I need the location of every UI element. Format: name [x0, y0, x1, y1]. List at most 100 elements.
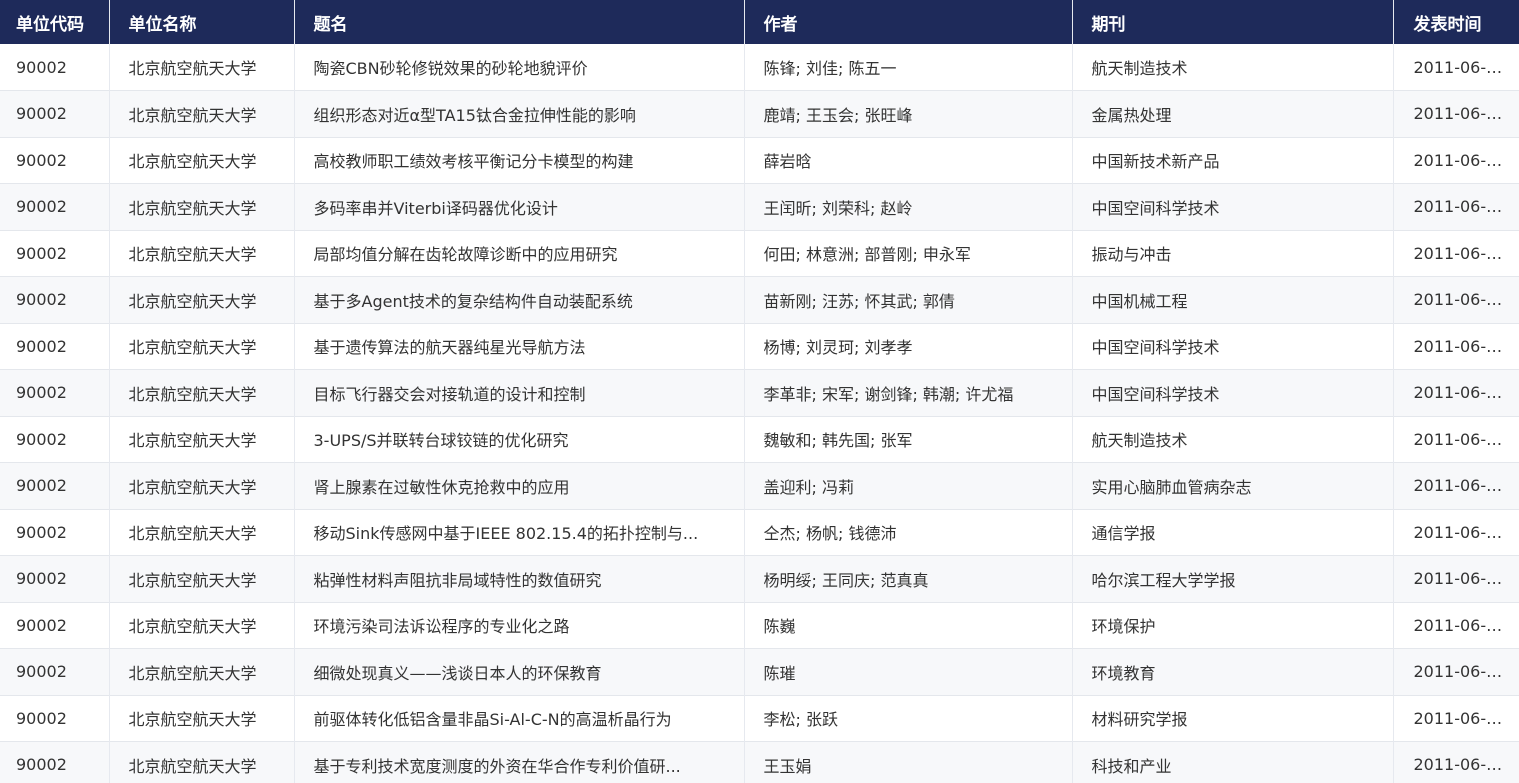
table-row[interactable]: 90002 北京航空航天大学 粘弹性材料声阻抗非局域特性的数值研究 杨明绥; 王同庆;…: [0, 555, 1519, 602]
cell-journal: 中国空间科学技术: [1072, 369, 1394, 416]
table-row[interactable]: 90002 北京航空航天大学 肾上腺素在过敏性休克抢救中的应用 盖迎利; 冯莉 实用心脑…: [0, 462, 1519, 509]
cell-author: 杨博; 刘灵珂; 刘孝孝: [744, 323, 1073, 370]
cell-title: 基于多Agent技术的复杂结构件自动装配系统: [294, 276, 745, 323]
table-row[interactable]: 90002 北京航空航天大学 多码率串并Viterbi译码器优化设计 王闰昕; 刘荣科…: [0, 183, 1519, 230]
table-row[interactable]: 90002 北京航空航天大学 前驱体转化低铝含量非晶Si-Al-C-N的高温析晶行为…: [0, 695, 1519, 742]
table-row[interactable]: 90002 北京航空航天大学 高校教师职工绩效考核平衡记分卡模型的构建 薛岩晗 中国新技…: [0, 137, 1519, 184]
cell-unit-code: 90002: [0, 183, 110, 230]
cell-unit-code: 90002: [0, 369, 110, 416]
cell-author: 杨明绥; 王同庆; 范真真: [744, 555, 1073, 602]
cell-publish-date: 2011-06-25: [1413, 150, 1507, 170]
cell-author: 李革非; 宋军; 谢剑锋; 韩潮; 许尤福: [744, 369, 1073, 416]
cell-unit-code: 90002: [0, 602, 110, 649]
table-row[interactable]: 90002 北京航空航天大学 目标飞行器交会对接轨道的设计和控制 李革非; 宋军; 谢…: [0, 369, 1519, 416]
cell-author: 盖迎利; 冯莉: [744, 462, 1073, 509]
cell-unit-name: 北京航空航天大学: [109, 555, 295, 602]
cell-author: 陈璀: [744, 648, 1073, 695]
cell-publish-date: 2011-06-25: [1413, 755, 1507, 775]
cell-journal: 环境教育: [1072, 648, 1394, 695]
cell-journal: 振动与冲击: [1072, 230, 1394, 277]
cell-title: 环境污染司法诉讼程序的专业化之路: [294, 602, 745, 649]
table-row[interactable]: 90002 北京航空航天大学 环境污染司法诉讼程序的专业化之路 陈巍 环境保护 2011-…: [0, 602, 1519, 649]
cell-journal: 中国空间科学技术: [1072, 323, 1394, 370]
column-header-author[interactable]: 作者: [744, 0, 1073, 44]
cell-unit-code: 90002: [0, 509, 110, 556]
table-row[interactable]: 90002 北京航空航天大学 基于专利技术宽度测度的外资在华合作专利价值研... 王玉…: [0, 741, 1519, 783]
cell-unit-code: 90002: [0, 555, 110, 602]
cell-unit-name: 北京航空航天大学: [109, 648, 295, 695]
cell-title: 粘弹性材料声阻抗非局域特性的数值研究: [294, 555, 745, 602]
cell-unit-code: 90002: [0, 230, 110, 277]
cell-unit-name: 北京航空航天大学: [109, 44, 295, 91]
table-row[interactable]: 90002 北京航空航天大学 基于遗传算法的航天器纯星光导航方法 杨博; 刘灵珂; 刘…: [0, 323, 1519, 370]
cell-publish-date: 2011-06-25: [1413, 429, 1507, 449]
cell-publish-date: 2011-06-25: [1413, 662, 1507, 682]
cell-unit-code: 90002: [0, 741, 110, 783]
cell-unit-name: 北京航空航天大学: [109, 137, 295, 184]
cell-publish-date: 2011-06-25: [1413, 104, 1507, 124]
cell-unit-code: 90002: [0, 137, 110, 184]
cell-publish-date: 2011-06-25: [1413, 708, 1507, 728]
cell-unit-name: 北京航空航天大学: [109, 323, 295, 370]
papers-table: 单位代码 单位名称 题名 作者 期刊 发表时间 90002 北京航空航天大学 陶瓷C…: [0, 0, 1519, 783]
cell-author: 鹿靖; 王玉会; 张旺峰: [744, 90, 1073, 137]
cell-title: 高校教师职工绩效考核平衡记分卡模型的构建: [294, 137, 745, 184]
cell-publish-date: 2011-06-25: [1413, 197, 1507, 217]
cell-unit-name: 北京航空航天大学: [109, 369, 295, 416]
cell-unit-code: 90002: [0, 416, 110, 463]
cell-unit-name: 北京航空航天大学: [109, 183, 295, 230]
column-header-title[interactable]: 题名: [294, 0, 745, 44]
table-header-row: 单位代码 单位名称 题名 作者 期刊 发表时间: [0, 0, 1519, 44]
cell-title: 细微处现真义——浅谈日本人的环保教育: [294, 648, 745, 695]
column-header-journal[interactable]: 期刊: [1072, 0, 1394, 44]
cell-journal: 实用心脑肺血管病杂志: [1072, 462, 1394, 509]
cell-publish-date: 2011-06-25: [1413, 243, 1507, 263]
cell-author: 仝杰; 杨帆; 钱德沛: [744, 509, 1073, 556]
cell-journal: 中国新技术新产品: [1072, 137, 1394, 184]
table-row[interactable]: 90002 北京航空航天大学 陶瓷CBN砂轮修锐效果的砂轮地貌评价 陈锋; 刘佳; 陈…: [0, 44, 1519, 91]
table-row[interactable]: 90002 北京航空航天大学 基于多Agent技术的复杂结构件自动装配系统 苗新刚; …: [0, 276, 1519, 323]
cell-publish-date: 2011-06-25: [1413, 336, 1507, 356]
cell-unit-code: 90002: [0, 323, 110, 370]
table-body: 90002 北京航空航天大学 陶瓷CBN砂轮修锐效果的砂轮地貌评价 陈锋; 刘佳; 陈…: [0, 44, 1519, 783]
column-header-unit-name[interactable]: 单位名称: [109, 0, 295, 44]
cell-unit-code: 90002: [0, 44, 110, 91]
cell-unit-name: 北京航空航天大学: [109, 90, 295, 137]
cell-journal: 通信学报: [1072, 509, 1394, 556]
cell-unit-code: 90002: [0, 648, 110, 695]
cell-title: 多码率串并Viterbi译码器优化设计: [294, 183, 745, 230]
cell-unit-code: 90002: [0, 276, 110, 323]
cell-publish-date: 2011-06-25: [1413, 383, 1507, 403]
cell-unit-name: 北京航空航天大学: [109, 462, 295, 509]
table-row[interactable]: 90002 北京航空航天大学 组织形态对近α型TA15钛合金拉伸性能的影响 鹿靖; 王…: [0, 90, 1519, 137]
cell-unit-name: 北京航空航天大学: [109, 276, 295, 323]
cell-journal: 中国空间科学技术: [1072, 183, 1394, 230]
cell-author: 薛岩晗: [744, 137, 1073, 184]
cell-title: 前驱体转化低铝含量非晶Si-Al-C-N的高温析晶行为: [294, 695, 745, 742]
cell-publish-date: 2011-06-25: [1413, 290, 1507, 310]
cell-title: 基于专利技术宽度测度的外资在华合作专利价值研...: [294, 741, 745, 783]
table-row[interactable]: 90002 北京航空航天大学 移动Sink传感网中基于IEEE 802.15.4的拓…: [0, 509, 1519, 556]
cell-publish-date: 2011-06-25: [1413, 57, 1507, 77]
table-row[interactable]: 90002 北京航空航天大学 3-UPS/S并联转台球铰链的优化研究 魏敏和; 韩先国…: [0, 416, 1519, 463]
cell-unit-name: 北京航空航天大学: [109, 230, 295, 277]
cell-journal: 科技和产业: [1072, 741, 1394, 783]
cell-unit-name: 北京航空航天大学: [109, 695, 295, 742]
column-header-unit-code[interactable]: 单位代码: [0, 0, 110, 44]
cell-publish-date: 2011-06-25: [1413, 615, 1507, 635]
cell-title: 3-UPS/S并联转台球铰链的优化研究: [294, 416, 745, 463]
cell-author: 王玉娟: [744, 741, 1073, 783]
cell-unit-name: 北京航空航天大学: [109, 741, 295, 783]
cell-journal: 环境保护: [1072, 602, 1394, 649]
cell-journal: 航天制造技术: [1072, 44, 1394, 91]
cell-title: 陶瓷CBN砂轮修锐效果的砂轮地貌评价: [294, 44, 745, 91]
cell-author: 王闰昕; 刘荣科; 赵岭: [744, 183, 1073, 230]
column-header-publish-date[interactable]: 发表时间: [1393, 0, 1519, 44]
cell-title: 基于遗传算法的航天器纯星光导航方法: [294, 323, 745, 370]
table-row[interactable]: 90002 北京航空航天大学 细微处现真义——浅谈日本人的环保教育 陈璀 环境教育 201…: [0, 648, 1519, 695]
cell-unit-code: 90002: [0, 462, 110, 509]
cell-journal: 航天制造技术: [1072, 416, 1394, 463]
table-row[interactable]: 90002 北京航空航天大学 局部均值分解在齿轮故障诊断中的应用研究 何田; 林意洲;…: [0, 230, 1519, 277]
cell-unit-name: 北京航空航天大学: [109, 416, 295, 463]
cell-title: 组织形态对近α型TA15钛合金拉伸性能的影响: [294, 90, 745, 137]
